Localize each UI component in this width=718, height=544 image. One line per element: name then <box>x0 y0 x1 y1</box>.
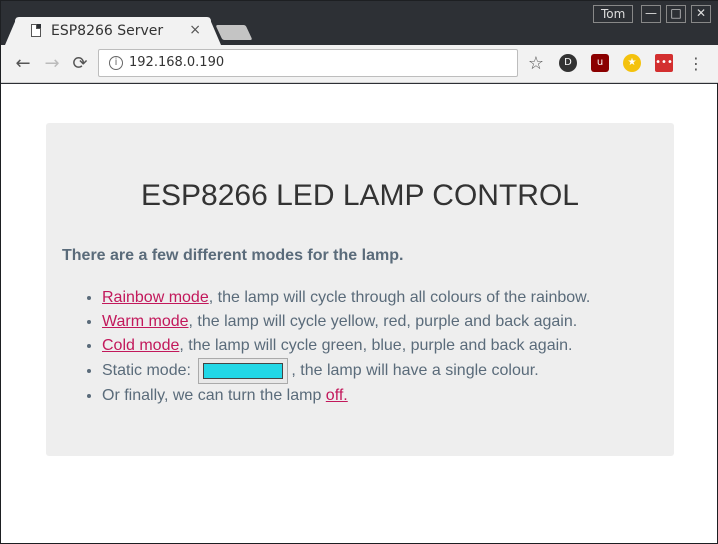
info-icon[interactable]: i <box>109 56 123 70</box>
browser-tab[interactable]: ESP8266 Server × <box>5 17 221 45</box>
control-panel: ESP8266 LED LAMP CONTROL There are a few… <box>46 123 674 456</box>
page-content: ESP8266 LED LAMP CONTROL There are a few… <box>1 84 717 543</box>
ublock-icon[interactable]: u <box>591 54 609 72</box>
warm-mode-link[interactable]: Warm mode <box>102 313 189 330</box>
intro-text: There are a few different modes for the … <box>62 247 404 264</box>
new-tab-button[interactable] <box>215 25 253 40</box>
color-swatch <box>203 363 284 379</box>
list-item: Rainbow mode, the lamp will cycle throug… <box>102 286 662 310</box>
minimize-button[interactable]: — <box>641 5 661 23</box>
list-item: Cold mode, the lamp will cycle green, bl… <box>102 334 662 358</box>
cold-mode-link[interactable]: Cold mode <box>102 337 179 354</box>
rainbow-mode-link[interactable]: Rainbow mode <box>102 289 209 306</box>
lastpass-icon[interactable]: ••• <box>655 54 673 72</box>
warm-mode-text: , the lamp will cycle yellow, red, purpl… <box>188 313 578 330</box>
cold-mode-text: , the lamp will cycle green, blue, purpl… <box>179 337 573 354</box>
static-mode-text: , the lamp will have a single colour. <box>291 362 539 380</box>
forward-button[interactable]: → <box>41 53 63 75</box>
browser-window: ESP8266 Server × Tom — □ ✕ ← → ⟳ i 192.1… <box>0 0 718 544</box>
extension-icon[interactable]: D <box>559 54 577 72</box>
rainbow-mode-text: , the lamp will cycle through all colour… <box>208 289 591 306</box>
off-link[interactable]: off. <box>326 387 348 404</box>
browser-toolbar: ← → ⟳ i 192.168.0.190 ☆ D u ★ ••• ⋮ <box>1 45 718 83</box>
page-title: ESP8266 LED LAMP CONTROL <box>141 179 579 212</box>
off-mode-text: Or finally, we can turn the lamp <box>102 387 326 404</box>
address-bar[interactable]: i 192.168.0.190 <box>98 49 518 77</box>
close-window-button[interactable]: ✕ <box>691 5 711 23</box>
close-icon[interactable]: × <box>189 22 201 38</box>
menu-icon[interactable]: ⋮ <box>685 53 707 75</box>
back-button[interactable]: ← <box>12 53 34 75</box>
list-item: Warm mode, the lamp will cycle yellow, r… <box>102 310 662 334</box>
mode-list: Rainbow mode, the lamp will cycle throug… <box>102 286 662 408</box>
color-picker[interactable] <box>198 358 289 384</box>
list-item: Static mode: , the lamp will have a sing… <box>102 358 662 384</box>
star-icon[interactable]: ☆ <box>525 53 547 75</box>
smiley-extension-icon[interactable]: ★ <box>623 54 641 72</box>
title-bar: ESP8266 Server × Tom — □ ✕ <box>1 1 718 45</box>
tab-title: ESP8266 Server <box>51 23 164 39</box>
page-icon <box>31 24 41 37</box>
user-profile-button[interactable]: Tom <box>593 5 634 23</box>
url-text[interactable]: 192.168.0.190 <box>129 55 224 70</box>
maximize-button[interactable]: □ <box>666 5 686 23</box>
reload-button[interactable]: ⟳ <box>69 53 91 75</box>
static-mode-label: Static mode: <box>102 362 191 380</box>
list-item: Or finally, we can turn the lamp off. <box>102 384 662 408</box>
